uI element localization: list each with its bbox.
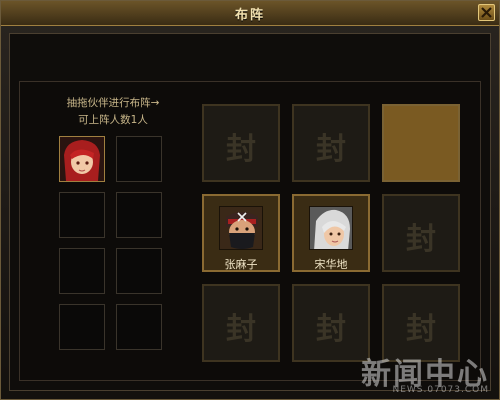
reserve-slot-4[interactable] (116, 192, 162, 238)
watermark-sub: NEWS.07073.COM (392, 385, 489, 395)
formation-cell-1[interactable]: 封 (202, 104, 280, 182)
lock-icon: 封 (226, 132, 256, 167)
close-button[interactable] (478, 4, 495, 21)
partner-name: 张麻子 (224, 258, 258, 271)
watermark: 新闻中心 NEWS.07073.COM (361, 349, 489, 395)
reserve-slot-5[interactable] (59, 248, 105, 294)
partner-name: 宋华地 (314, 258, 348, 271)
formation-cell-2[interactable]: 封 (292, 104, 370, 182)
lock-icon: 封 (316, 312, 346, 347)
lock-icon: 封 (226, 312, 256, 347)
partner-portrait (309, 206, 353, 250)
lock-icon: 封 (316, 132, 346, 167)
window-title: 布阵 (234, 8, 265, 23)
reserve-slot-8[interactable] (116, 304, 162, 350)
instruction-capacity: 可上阵人数1人 (78, 114, 148, 126)
title-bar: 布阵 (1, 1, 499, 26)
formation-cell-3[interactable] (382, 104, 460, 182)
instruction-drag: 抽拖伙伴进行布阵→ (66, 97, 160, 109)
masked-bandit-portrait (220, 207, 262, 249)
formation-cell-5[interactable]: 宋华地 (292, 194, 370, 272)
reserve-slot-6[interactable] (116, 248, 162, 294)
reserve-slot-3[interactable] (59, 192, 105, 238)
partner-portrait (219, 206, 263, 250)
formation-window: 布阵 抽拖伙伴进行布阵→ 可上阵人数1人 封 封 张麻子 宋华地 封 封 封 封… (0, 0, 500, 400)
white-hair-girl-portrait (310, 207, 352, 249)
formation-cell-8[interactable]: 封 (292, 284, 370, 362)
reserve-slot-1[interactable] (59, 136, 105, 182)
lock-icon: 封 (406, 312, 436, 347)
lock-icon: 封 (406, 222, 436, 257)
formation-cell-6[interactable]: 封 (382, 194, 460, 272)
formation-cell-7[interactable]: 封 (202, 284, 280, 362)
formation-cell-4[interactable]: 张麻子 (202, 194, 280, 272)
reserve-slot-2[interactable] (116, 136, 162, 182)
close-icon (481, 7, 492, 18)
reserve-slot-7[interactable] (59, 304, 105, 350)
instructions: 抽拖伙伴进行布阵→ 可上阵人数1人 (53, 95, 173, 129)
red-hair-girl-portrait (60, 137, 104, 181)
